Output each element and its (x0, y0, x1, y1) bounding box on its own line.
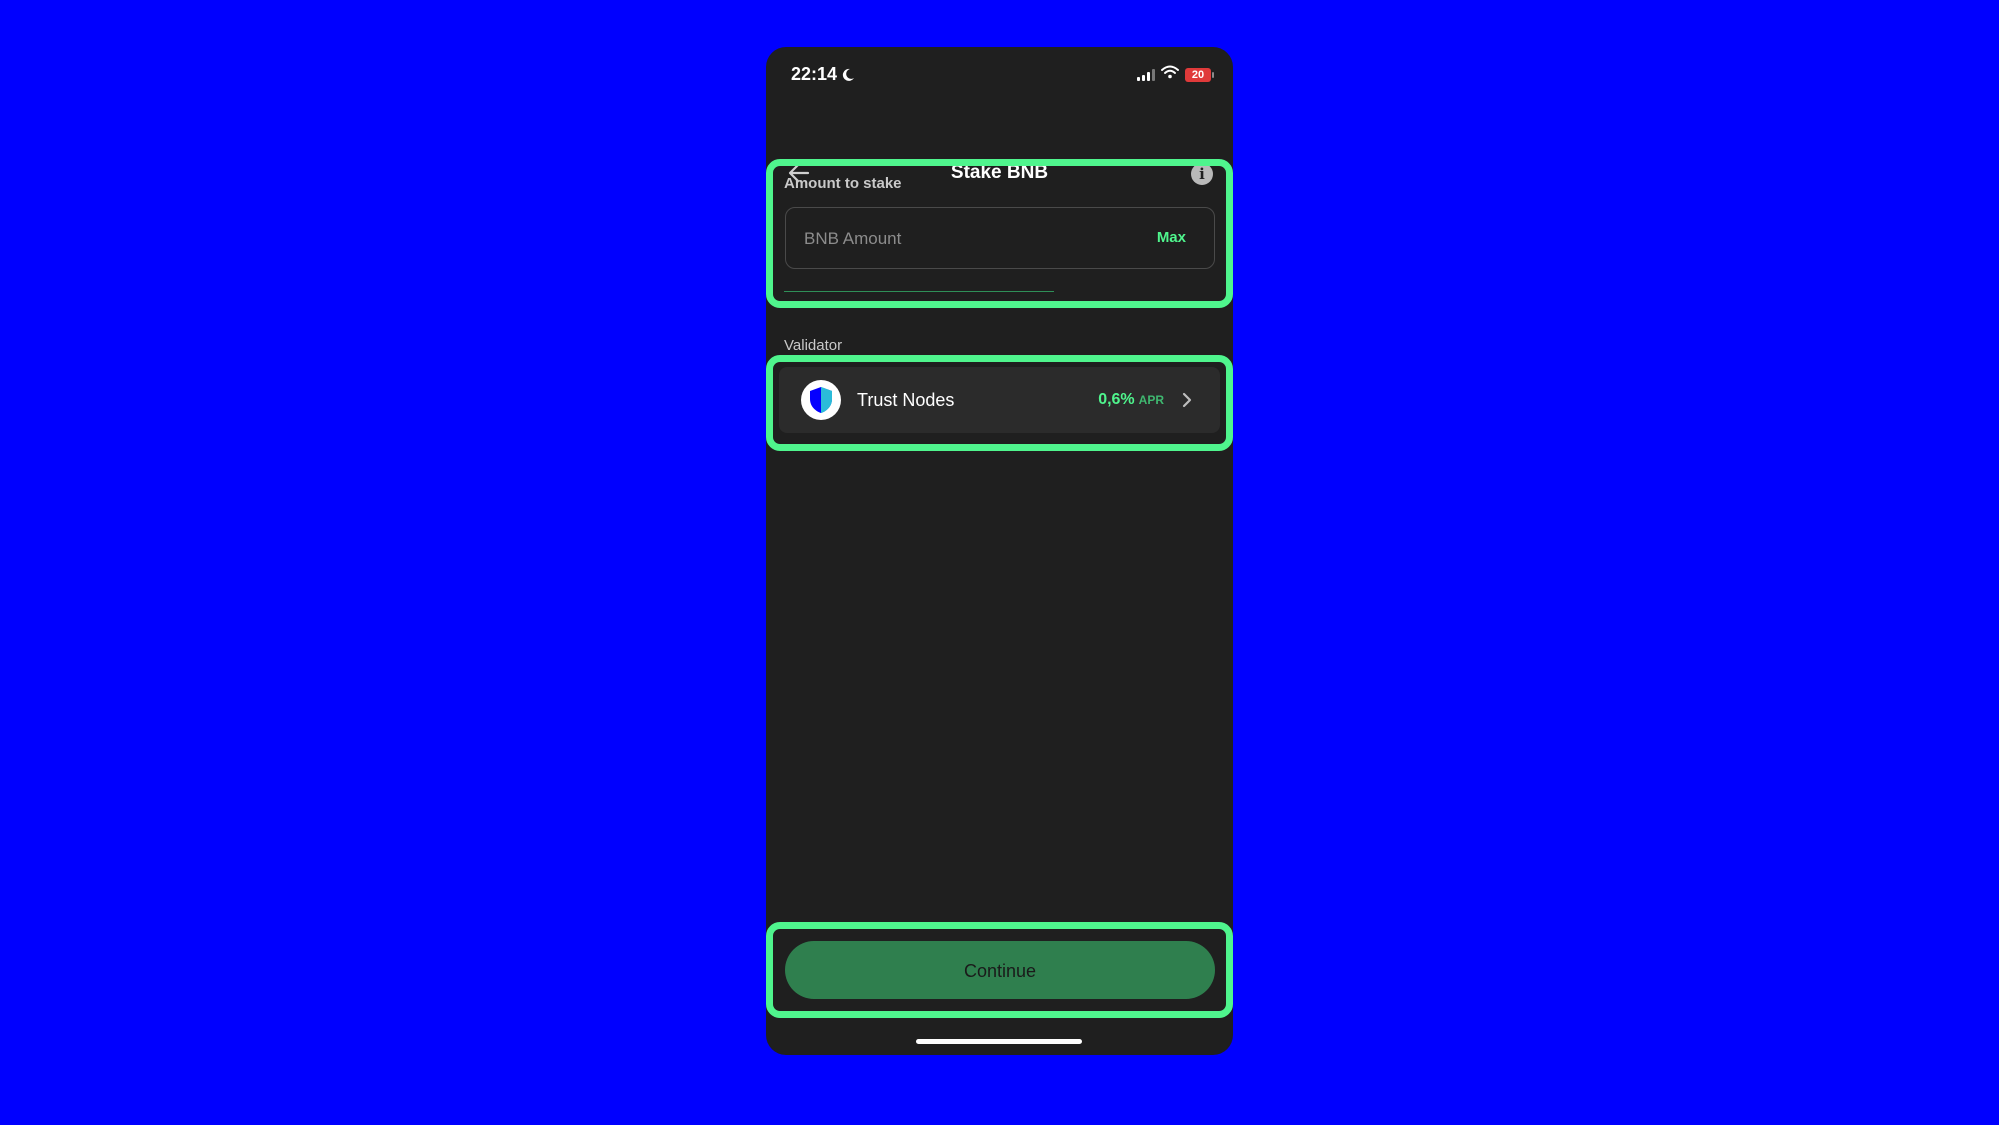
amount-field: Max (785, 207, 1215, 270)
continue-button[interactable]: Continue (785, 941, 1215, 999)
max-button[interactable]: Max (1157, 229, 1186, 246)
apr-unit: APR (1138, 393, 1164, 407)
validator-name: Trust Nodes (857, 390, 955, 410)
validator-apr: 0,6% APR (1098, 391, 1164, 409)
validator-label: Validator (784, 337, 843, 354)
status-time-wrap: 22:14 (791, 64, 855, 85)
status-bar: 22:14 20 (766, 47, 1233, 103)
amount-label: Amount to stake (784, 175, 902, 192)
bnb-amount-input[interactable] (802, 208, 1126, 270)
trust-shield-icon (801, 380, 841, 420)
battery-icon: 20 (1185, 67, 1214, 82)
moon-icon (841, 68, 855, 82)
wifi-icon (1161, 65, 1179, 84)
validator-row[interactable]: Trust Nodes 0,6% APR (779, 367, 1220, 433)
minimum-amount-hint (784, 286, 1054, 292)
phone-screen: 22:14 20 Stake BNB i Amount to stake BNB… (766, 47, 1233, 1055)
status-time: 22:14 (791, 64, 838, 84)
status-icons: 20 (1137, 65, 1214, 84)
cellular-signal-icon (1137, 68, 1155, 81)
chevron-right-icon (1180, 391, 1194, 409)
home-indicator (916, 1039, 1082, 1044)
apr-value: 0,6% (1098, 391, 1135, 408)
